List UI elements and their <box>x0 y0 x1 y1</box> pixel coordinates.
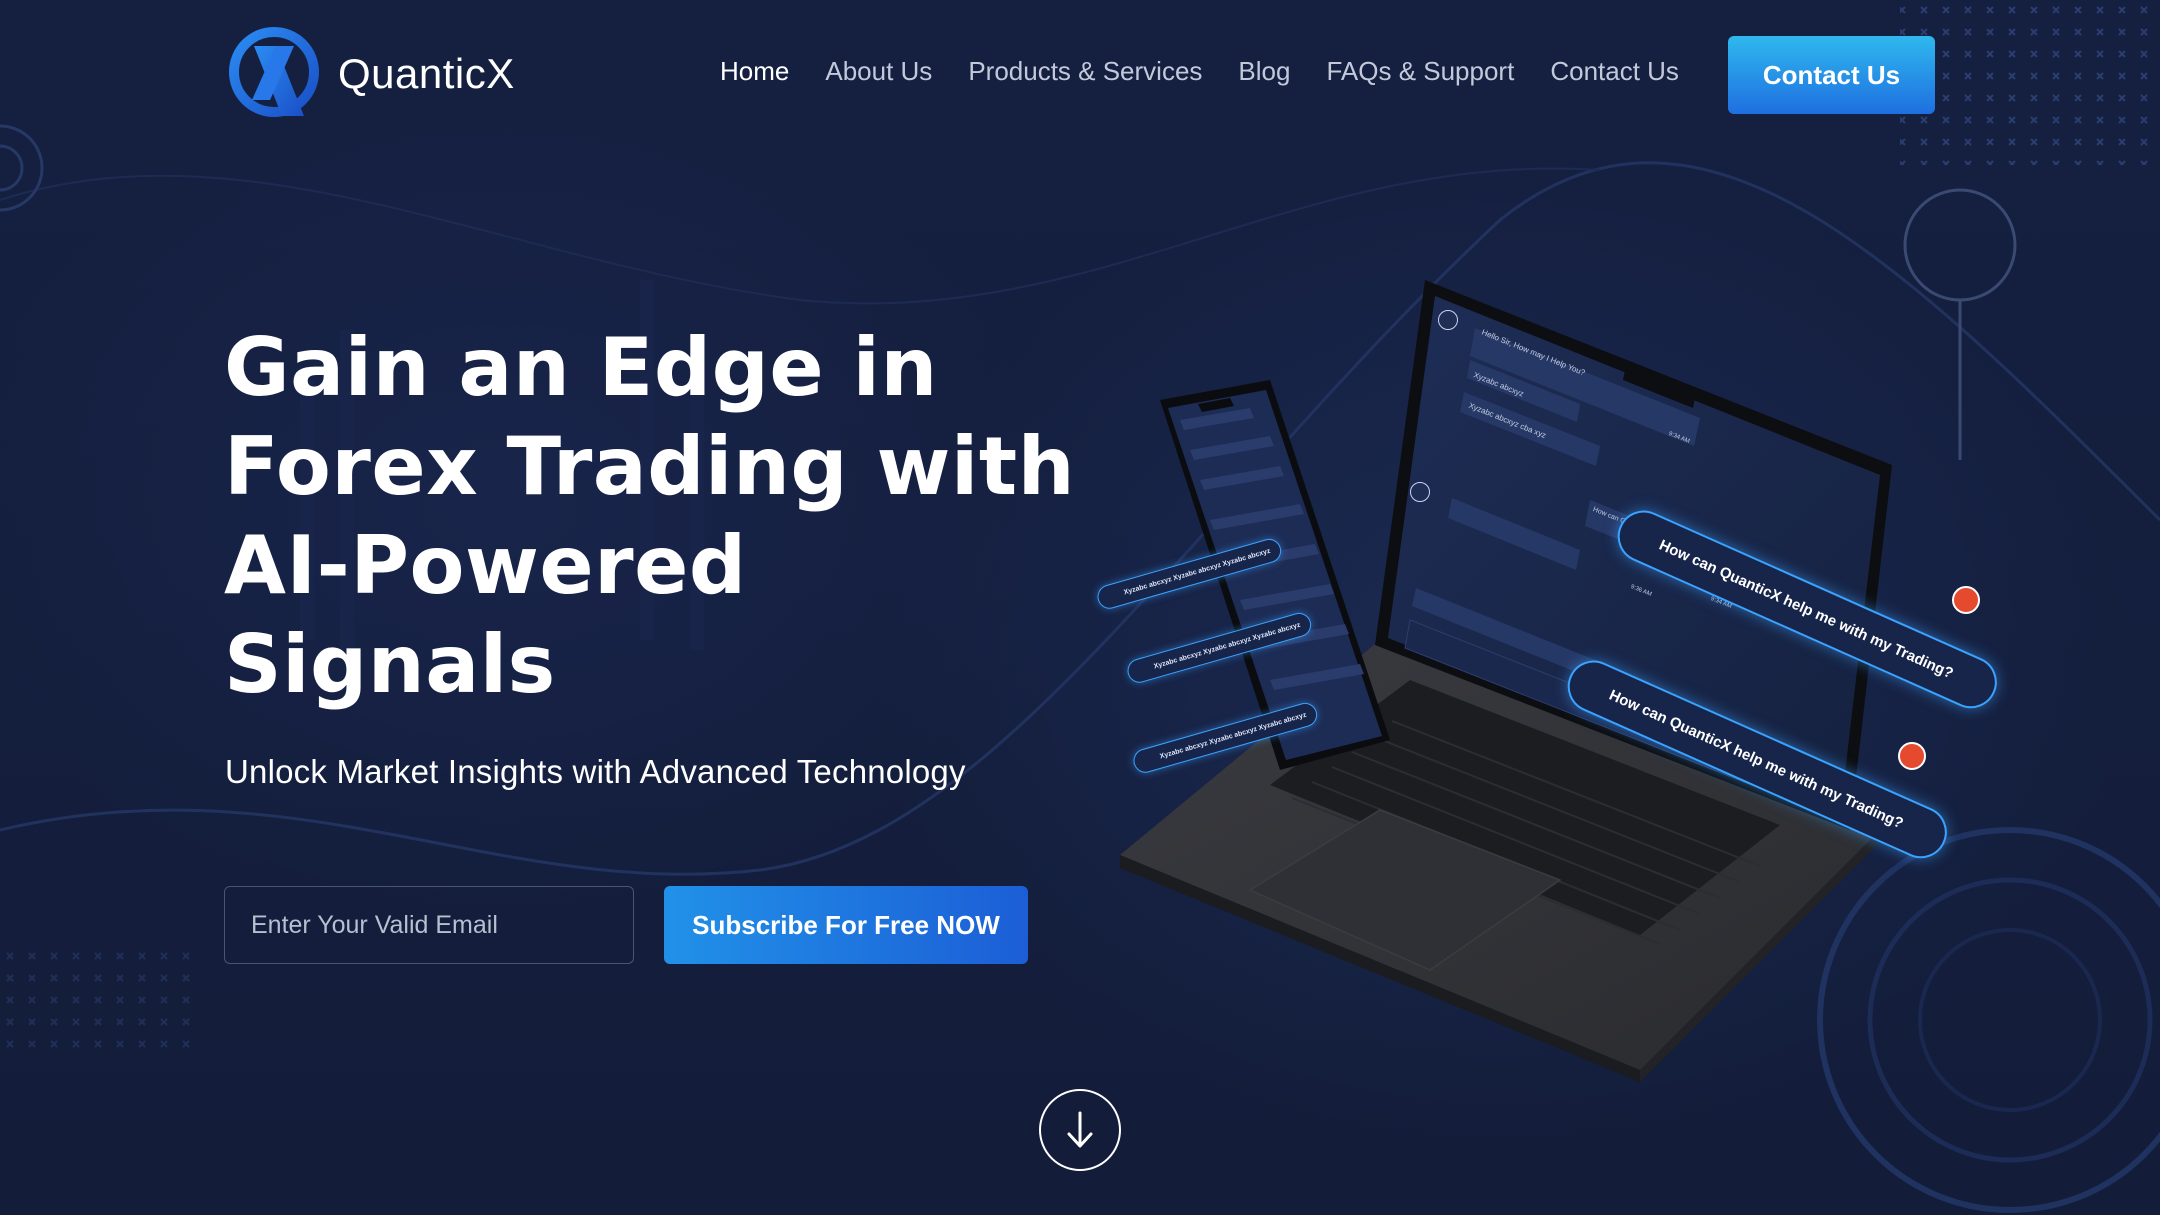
hero-title-line: Signals <box>224 618 556 711</box>
main-nav: Home About Us Products & Services Blog F… <box>720 56 1679 87</box>
brand-name: QuanticX <box>338 50 515 97</box>
quanticx-logo-icon <box>229 27 319 117</box>
laptop-phone-graphic <box>1120 280 1892 1082</box>
hero-title-line: Gain an Edge in <box>224 321 938 414</box>
scroll-down-button[interactable] <box>1039 1089 1121 1171</box>
nav-item-contact-us[interactable]: Contact Us <box>1550 56 1679 87</box>
bot-avatar-icon <box>1438 310 1458 330</box>
landing-page: QuanticX Home About Us Products & Servic… <box>0 0 2160 1215</box>
hero-subtitle: Unlock Market Insights with Advanced Tec… <box>225 753 966 790</box>
bot-avatar-icon <box>1410 482 1430 502</box>
hero-title: Gain an Edge in Forex Trading with AI-Po… <box>224 318 1104 714</box>
site-header: QuanticX Home About Us Products & Servic… <box>0 0 2160 150</box>
nav-item-products-services[interactable]: Products & Services <box>968 56 1202 87</box>
arrow-down-icon <box>1067 1111 1093 1148</box>
email-input[interactable] <box>224 886 634 964</box>
user-avatar-icon <box>1952 586 1980 614</box>
hero-title-line: AI-Powered <box>224 519 747 612</box>
nav-item-blog[interactable]: Blog <box>1238 56 1290 87</box>
subscribe-button[interactable]: Subscribe For Free NOW <box>664 886 1028 964</box>
nav-item-faqs-support[interactable]: FAQs & Support <box>1326 56 1514 87</box>
brand-logo[interactable]: QuanticX <box>224 24 515 124</box>
contact-us-button[interactable]: Contact Us <box>1728 36 1935 114</box>
hero-title-line: Forex Trading with <box>224 420 1076 513</box>
devices-illustration: Hello Sir, How may I Help You? Xyzabc ab… <box>1080 270 2040 1090</box>
nav-item-home[interactable]: Home <box>720 56 789 87</box>
user-avatar-icon <box>1898 742 1926 770</box>
nav-item-about-us[interactable]: About Us <box>825 56 932 87</box>
